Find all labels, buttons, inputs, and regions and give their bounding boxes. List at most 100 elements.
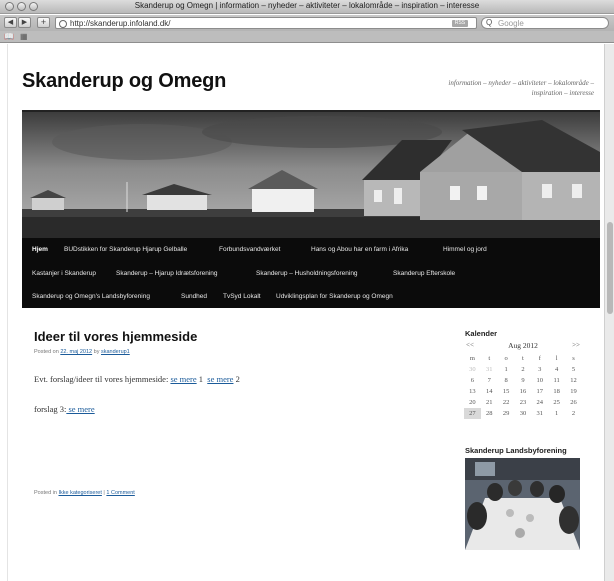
post-footer-meta: Posted in Ikke kategoriseret | 1 Comment [34,490,135,496]
calendar-day: 7 [487,377,491,384]
landsbyforening-photo[interactable] [465,458,580,550]
grid-icon[interactable]: ▦ [20,32,28,41]
link-2-number: 2 [235,374,240,384]
vertical-scrollbar[interactable] [604,44,614,581]
calendar-day: 29 [502,410,510,417]
calendar-day: 1 [555,410,559,417]
web-page: Skanderup og Omegn information – nyheder… [7,44,604,581]
forward-arrow-icon: ▶ [21,19,28,26]
calendar-day: 18 [553,388,560,395]
post-title[interactable]: Ideer til vores hjemmeside [34,329,197,344]
calendar-day: 31 [486,366,493,373]
calendar-day: 1 [504,366,508,373]
nav-item-idraetsforening[interactable]: Skanderup – Hjarup Idrætsforening [116,270,218,277]
calendar-day: 21 [486,399,493,406]
calendar-day: 14 [486,388,493,395]
calendar-weekday-row: m t o t f l s [464,353,582,364]
calendar-month: Aug 2012 [508,341,538,350]
calendar-day: 30 [469,366,476,373]
nav-item-forbundsvandvaerket[interactable]: Forbundsvandværket [219,246,280,253]
back-arrow-icon: ◀ [7,19,14,26]
se-mere-link-1[interactable]: se mere [170,374,196,384]
calendar-week-row: 20 21 22 23 24 25 26 [464,397,582,408]
calendar-day: 10 [536,377,544,384]
weekday-label: s [572,355,575,362]
calendar-day: 3 [538,366,542,373]
post-paragraph-1: Evt. forslag/ideer til vores hjemmeside:… [34,374,240,384]
calendar-widget-title: Kalender [465,329,498,338]
url-text: http://skanderup.infoland.dk/ [70,19,171,28]
calendar-day: 16 [519,388,527,395]
globe-icon [59,20,67,28]
nav-item-sundhed[interactable]: Sundhed [181,293,207,300]
calendar-header: << Aug 2012 >> [464,341,582,353]
open-book-icon[interactable]: 📖 [4,32,14,41]
scrollbar-thumb[interactable] [607,222,613,314]
footer-separator: | [103,490,105,496]
photo-widget-title: Skanderup Landsbyforening [465,446,567,455]
post-text-2: forslag 3: [34,404,67,414]
calendar-day: 17 [536,388,544,395]
nav-item-hans-og-abou[interactable]: Hans og Abou har en farm i Afrika [311,246,408,253]
nav-item-landsbyforening[interactable]: Skanderup og Omegn's Landsbyforening [32,293,150,300]
calendar-day: 31 [536,410,544,417]
calendar-day: 26 [570,399,577,406]
nav-item-budstikken[interactable]: BUDstikken for Skanderup Hjarup Gelballe [64,246,187,253]
calendar-day: 24 [536,399,544,406]
add-bookmark-button[interactable]: + [37,17,50,28]
header-banner-image [22,112,600,238]
post-text-1: Evt. forslag/ideer til vores hjemmeside: [34,374,169,384]
weekday-label: l [555,355,558,362]
rss-icon[interactable]: RSS [452,20,468,27]
calendar-day: 6 [470,377,475,384]
nav-item-himmel-og-jord[interactable]: Himmel og jord [443,246,487,253]
category-link[interactable]: Ikke kategoriseret [58,490,101,496]
nav-item-hjem[interactable]: Hjem [32,246,48,253]
calendar-day: 12 [570,377,577,384]
weekday-label: t [522,355,524,362]
calendar-day: 15 [502,388,510,395]
search-input[interactable]: Q Google [481,17,609,29]
address-bar[interactable]: http://skanderup.infoland.dk/ RSS ¢ [55,17,526,29]
calendar-day: 2 [521,366,525,373]
main-navigation: Hjem BUDstikken for Skanderup Hjarup Gel… [22,238,600,308]
site-description: information – nyheder – aktiviteter – lo… [448,79,594,97]
calendar-day: 2 [571,410,576,417]
calendar-day: 11 [553,377,560,384]
window-titlebar: Skanderup og Omegn | information – nyhed… [0,0,614,14]
plus-icon: + [40,17,47,27]
bookmarks-bar: 📖 ▦ [0,31,614,43]
browser-toolbar: ◀ ▶ + http://skanderup.infoland.dk/ RSS … [0,15,614,31]
post-date-link[interactable]: 22. maj 2012 [60,349,92,355]
magnifier-icon: Q [486,18,493,27]
calendar-week-row: 6 7 8 9 10 11 12 [464,375,582,386]
calendar-day: 20 [469,399,476,406]
forward-button[interactable]: ▶ [18,17,31,28]
calendar-day: 25 [553,399,560,406]
nav-item-udviklingsplan[interactable]: Udviklingsplan for Skanderup og Omegn [276,293,393,300]
nav-item-efterskole[interactable]: Skanderup Efterskole [393,270,455,277]
calendar-day: 23 [519,399,527,406]
back-button[interactable]: ◀ [4,17,17,28]
post-meta-prefix: Posted on [34,349,59,355]
nav-item-husholdningsforening[interactable]: Skanderup – Husholdningsforening [256,270,358,277]
se-mere-link-2[interactable]: se mere [207,374,233,384]
se-mere-link-3[interactable]: se mere [66,404,94,414]
site-title[interactable]: Skanderup og Omegn [22,70,226,93]
calendar-week-row: 27 28 29 30 31 1 2 [464,408,582,419]
nav-item-kastanjer[interactable]: Kastanjer i Skanderup [32,270,96,277]
post-author-link[interactable]: skanderup1 [101,349,130,355]
link-1-number: 1 [198,374,204,384]
calendar-day: 19 [570,388,577,395]
comments-link[interactable]: 1 Comment [106,490,134,496]
calendar-day: 22 [502,399,510,406]
nav-item-tvsyd-lokalt[interactable]: TvSyd Lokalt [223,293,261,300]
calendar-day: 5 [571,366,576,373]
calendar-day-today: 27 [464,408,481,419]
calendar-week-row: 13 14 15 16 17 18 19 [464,386,582,397]
weekday-label: o [504,355,508,362]
window-title: Skanderup og Omegn | information – nyhed… [134,1,480,10]
calendar-day: 13 [469,388,476,395]
posted-in-label: Posted in [34,490,57,496]
calendar-next-link[interactable]: >> [572,341,580,349]
